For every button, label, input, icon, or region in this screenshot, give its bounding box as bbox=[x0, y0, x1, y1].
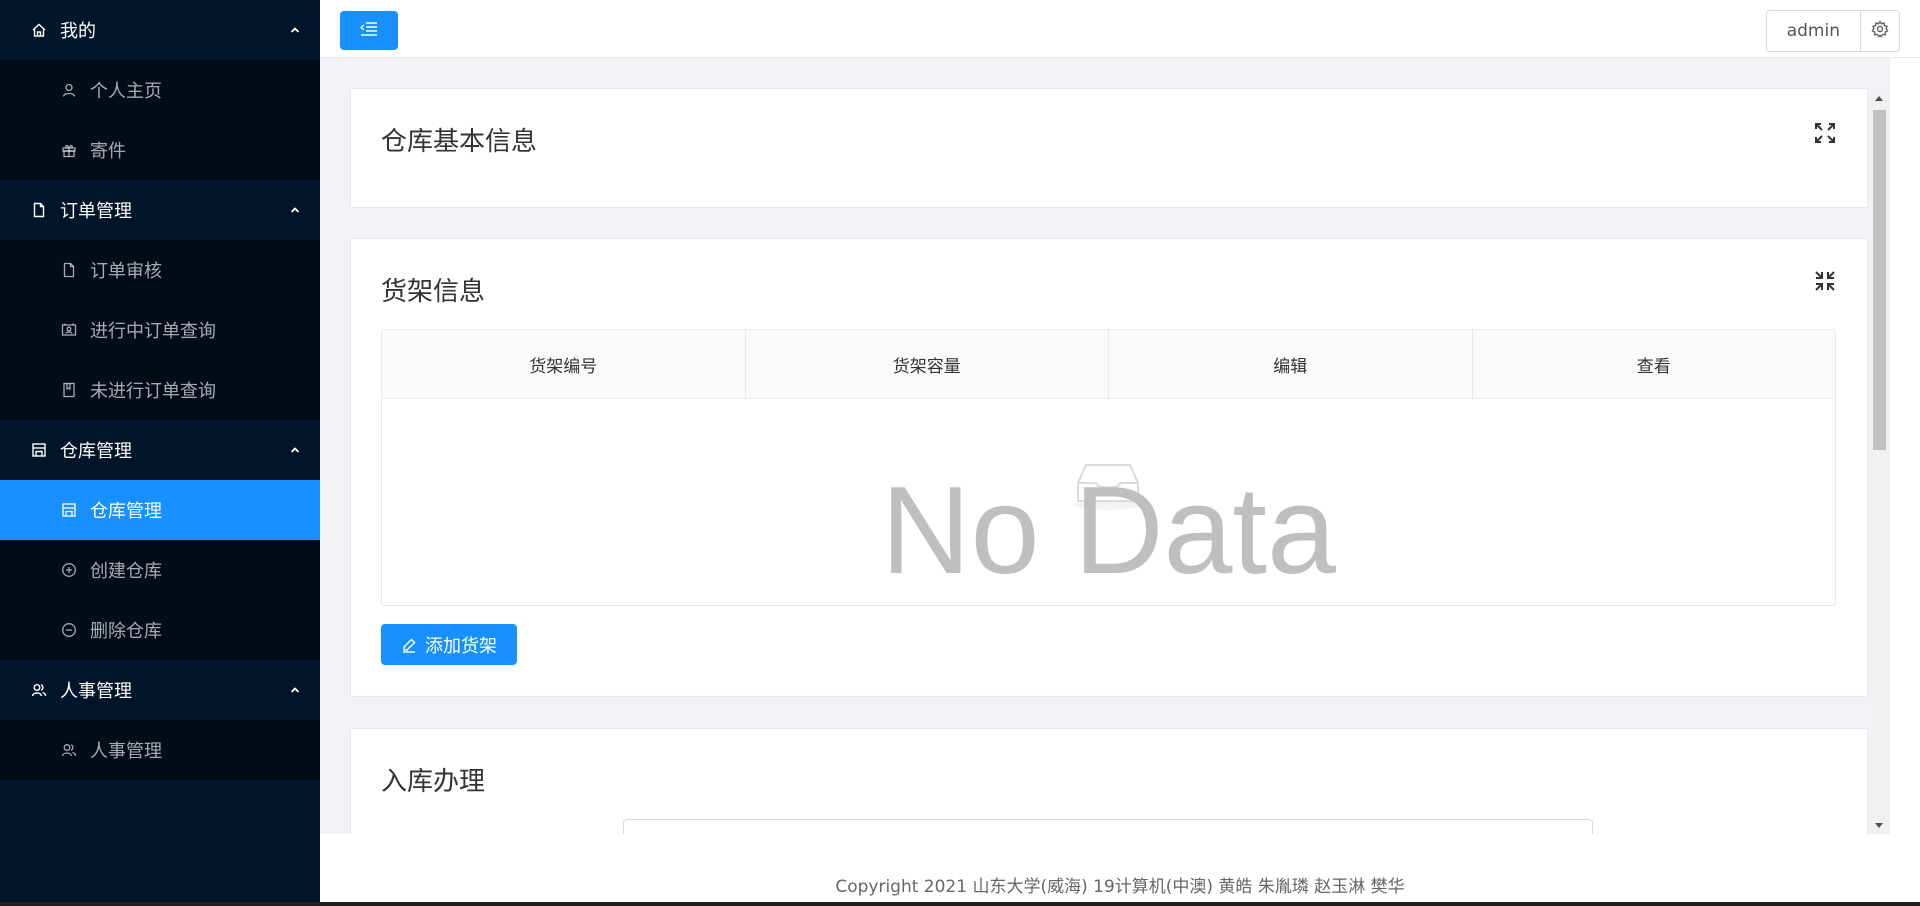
settings-icon bbox=[1871, 20, 1889, 42]
menu-group-label: 我的 bbox=[60, 21, 96, 42]
sidebar-item-label: 未进行订单查询 bbox=[90, 381, 216, 402]
username-button[interactable]: admin bbox=[1767, 11, 1861, 51]
scroll-thumb[interactable] bbox=[1873, 110, 1886, 450]
main-content: 仓库基本信息 货架信息 货架编号 货架容量 编辑 查看 No Data 添加货架… bbox=[320, 58, 1890, 834]
plus-circle-icon bbox=[60, 561, 78, 579]
menu-fold-icon bbox=[359, 21, 378, 40]
sidebar-item-label: 仓库管理 bbox=[90, 501, 162, 522]
inbound-card: 入库办理 bbox=[350, 728, 1868, 834]
empty-state: No Data bbox=[382, 399, 1835, 605]
file-icon bbox=[60, 261, 78, 279]
add-shelf-button[interactable]: 添加货架 bbox=[381, 624, 517, 665]
sidebar-item-hr-manage[interactable]: 人事管理 bbox=[0, 720, 320, 780]
scroll-up-icon[interactable] bbox=[1875, 96, 1883, 101]
menu-group-mine[interactable]: 我的 bbox=[0, 0, 320, 60]
window-bottom-edge bbox=[0, 902, 1920, 906]
chevron-up-icon bbox=[288, 23, 302, 37]
warehouse-info-card: 仓库基本信息 bbox=[350, 88, 1868, 208]
sidebar-item-pending-orders[interactable]: 未进行订单查询 bbox=[0, 360, 320, 420]
sidebar-item-label: 删除仓库 bbox=[90, 621, 162, 642]
sidebar-item-label: 进行中订单查询 bbox=[90, 321, 216, 342]
sidebar-item-label: 个人主页 bbox=[90, 81, 162, 102]
contacts-icon bbox=[60, 321, 78, 339]
user-icon bbox=[60, 81, 78, 99]
copyright-text: Copyright 2021 山东大学(威海) 19计算机(中澳) 黄皓 朱胤璘… bbox=[835, 876, 1405, 897]
menu-group-label: 仓库管理 bbox=[60, 441, 132, 462]
menu-group-label: 人事管理 bbox=[60, 681, 132, 702]
chevron-up-icon bbox=[288, 683, 302, 697]
sidebar-item-active-orders[interactable]: 进行中订单查询 bbox=[0, 300, 320, 360]
footer: Copyright 2021 山东大学(威海) 19计算机(中澳) 黄皓 朱胤璘… bbox=[320, 864, 1920, 904]
column-header[interactable]: 货架容量 bbox=[746, 330, 1109, 398]
menu-group-orders[interactable]: 订单管理 bbox=[0, 180, 320, 240]
minus-circle-icon bbox=[60, 621, 78, 639]
user-menu: admin bbox=[1765, 10, 1900, 52]
sidebar-item-order-review[interactable]: 订单审核 bbox=[0, 240, 320, 300]
add-shelf-label: 添加货架 bbox=[425, 635, 497, 657]
sidebar: 我的 个人主页 寄件 订单管理 订单审核 进行中订单查询 未进行订单查询 仓库管… bbox=[0, 0, 320, 906]
sidebar-item-delete-warehouse[interactable]: 删除仓库 bbox=[0, 600, 320, 660]
column-header[interactable]: 货架编号 bbox=[382, 330, 746, 398]
chevron-up-icon bbox=[288, 443, 302, 457]
fullscreen-exit-icon[interactable] bbox=[1813, 269, 1837, 293]
sidebar-item-warehouse-manage[interactable]: 仓库管理 bbox=[0, 480, 320, 540]
column-header[interactable]: 编辑 bbox=[1109, 330, 1473, 398]
edit-icon bbox=[403, 638, 416, 653]
content-scrollbar[interactable] bbox=[1871, 90, 1888, 834]
chevron-up-icon bbox=[288, 203, 302, 217]
shop-icon bbox=[30, 441, 48, 459]
sidebar-item-profile[interactable]: 个人主页 bbox=[0, 60, 320, 120]
top-header: admin bbox=[320, 0, 1920, 58]
sidebar-item-create-warehouse[interactable]: 创建仓库 bbox=[0, 540, 320, 600]
shop-icon bbox=[60, 501, 78, 519]
menu-group-warehouse[interactable]: 仓库管理 bbox=[0, 420, 320, 480]
shelf-info-card: 货架信息 货架编号 货架容量 编辑 查看 No Data 添加货架 bbox=[350, 238, 1868, 697]
scroll-down-icon[interactable] bbox=[1875, 823, 1883, 828]
empty-text: No Data bbox=[881, 462, 1336, 600]
sidebar-item-label: 订单审核 bbox=[90, 261, 162, 282]
card-title: 仓库基本信息 bbox=[381, 127, 538, 157]
sidebar-item-label: 创建仓库 bbox=[90, 561, 162, 582]
inbound-field-input[interactable] bbox=[623, 819, 1593, 834]
menu-group-hr[interactable]: 人事管理 bbox=[0, 660, 320, 720]
team-icon bbox=[60, 741, 78, 759]
sidebar-item-send[interactable]: 寄件 bbox=[0, 120, 320, 180]
menu-toggle-button[interactable] bbox=[340, 11, 398, 50]
sidebar-item-label: 寄件 bbox=[90, 141, 126, 162]
shelf-table: 货架编号 货架容量 编辑 查看 No Data bbox=[381, 329, 1836, 606]
card-title: 入库办理 bbox=[381, 767, 486, 797]
file-icon bbox=[30, 201, 48, 219]
card-title: 货架信息 bbox=[381, 277, 486, 307]
menu-group-label: 订单管理 bbox=[60, 201, 132, 222]
column-header[interactable]: 查看 bbox=[1473, 330, 1836, 398]
home-icon bbox=[30, 21, 48, 39]
table-header: 货架编号 货架容量 编辑 查看 bbox=[382, 330, 1835, 399]
gift-icon bbox=[60, 141, 78, 159]
settings-button[interactable] bbox=[1861, 11, 1899, 51]
sidebar-item-label: 人事管理 bbox=[90, 741, 162, 762]
team-icon bbox=[30, 681, 48, 699]
fullscreen-icon[interactable] bbox=[1813, 121, 1837, 145]
book-icon bbox=[60, 381, 78, 399]
